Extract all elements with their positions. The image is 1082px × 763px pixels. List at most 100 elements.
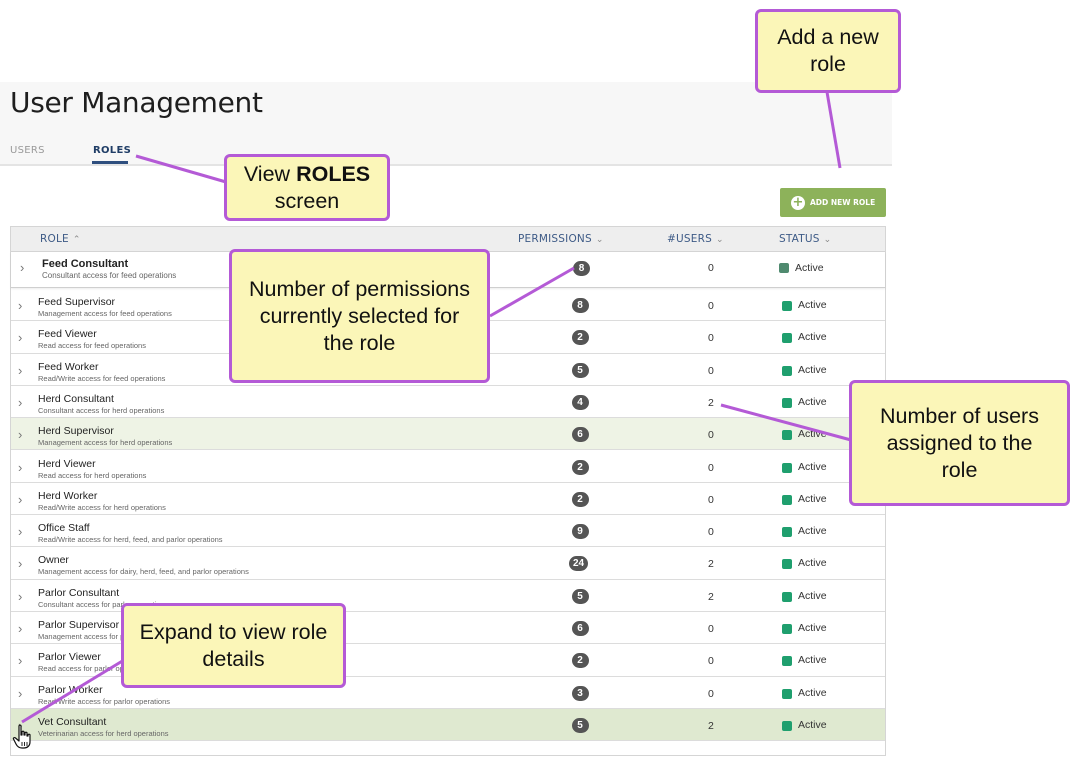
table-row[interactable]: › Office Staff Read/Write access for herd,… bbox=[11, 515, 885, 548]
status-text: Active bbox=[798, 525, 827, 538]
user-count: 0 bbox=[708, 332, 714, 345]
callout-expand: Expand to view role details bbox=[121, 603, 346, 688]
caret-down-icon: ⌄ bbox=[823, 235, 832, 245]
role-name: Parlor Consultant bbox=[38, 586, 120, 599]
role-description: Read/Write access for herd, feed, and pa… bbox=[38, 535, 223, 545]
column-header-permissions-label: PERMISSIONS bbox=[518, 233, 592, 245]
table-row[interactable]: › Herd Supervisor Management access for he… bbox=[11, 418, 885, 451]
user-count: 0 bbox=[708, 429, 714, 442]
caret-down-icon: ⌄ bbox=[715, 235, 724, 245]
chevron-right-icon[interactable]: › bbox=[18, 395, 22, 410]
role-name: Vet Consultant bbox=[38, 715, 107, 728]
add-new-role-button[interactable]: + ADD NEW ROLE bbox=[780, 188, 886, 217]
user-count: 0 bbox=[708, 655, 714, 668]
status-indicator bbox=[782, 720, 792, 731]
table-row[interactable]: › Herd Viewer Read access for herd operati… bbox=[11, 451, 885, 483]
role-name: Herd Worker bbox=[38, 489, 98, 502]
status-indicator bbox=[779, 263, 789, 273]
chevron-right-icon[interactable]: › bbox=[20, 260, 24, 275]
callout-roles-screen: View ROLES screen bbox=[224, 154, 390, 221]
status-indicator bbox=[782, 397, 792, 408]
status-text: Active bbox=[798, 363, 827, 376]
table-row[interactable]: › Herd Worker Read/Write access for herd o… bbox=[11, 483, 885, 516]
hand-pointer-icon bbox=[12, 724, 31, 749]
status-text: Active bbox=[798, 557, 827, 570]
status-indicator bbox=[782, 494, 792, 505]
status-text: Active bbox=[798, 589, 827, 602]
add-new-role-label: ADD NEW ROLE bbox=[810, 198, 876, 207]
chevron-right-icon[interactable]: › bbox=[18, 330, 22, 345]
tab-users[interactable]: USERS bbox=[10, 145, 45, 156]
permissions-badge: 2 bbox=[571, 653, 589, 669]
permissions-badge: 2 bbox=[571, 491, 589, 507]
role-name: Feed Viewer bbox=[38, 328, 97, 341]
status-indicator bbox=[782, 301, 792, 311]
role-description: Management access for herd operations bbox=[38, 438, 173, 448]
permissions-badge: 5 bbox=[571, 717, 589, 733]
role-description: Management access for dairy, herd, feed,… bbox=[38, 567, 249, 577]
role-name: Feed Worker bbox=[38, 360, 99, 373]
chevron-right-icon[interactable]: › bbox=[18, 621, 22, 636]
chevron-right-icon[interactable]: › bbox=[18, 363, 22, 378]
user-count: 2 bbox=[708, 558, 714, 571]
permissions-badge: 6 bbox=[571, 427, 589, 443]
chevron-right-icon[interactable]: › bbox=[18, 589, 22, 604]
column-header-users[interactable]: #USERS ⌄ bbox=[667, 233, 724, 245]
role-name: Office Staff bbox=[38, 522, 90, 535]
chevron-right-icon[interactable]: › bbox=[18, 427, 22, 442]
column-header-users-label: #USERS bbox=[667, 233, 712, 245]
status-indicator bbox=[782, 333, 792, 344]
tab-roles[interactable]: ROLES bbox=[93, 145, 131, 156]
role-description: Read/Write access for parlor operations bbox=[38, 696, 171, 706]
chevron-right-icon[interactable]: › bbox=[18, 686, 22, 701]
user-count: 0 bbox=[708, 364, 714, 377]
user-count: 0 bbox=[708, 526, 714, 539]
column-header-status[interactable]: STATUS ⌄ bbox=[779, 233, 831, 245]
status-text: Active bbox=[798, 718, 827, 731]
status-indicator bbox=[782, 430, 792, 441]
chevron-right-icon[interactable]: › bbox=[18, 653, 22, 668]
status-text: Active bbox=[798, 654, 827, 667]
column-header-role[interactable]: ROLE ⌃ bbox=[40, 233, 81, 245]
status-text: Active bbox=[798, 460, 827, 473]
chevron-right-icon[interactable]: › bbox=[18, 556, 22, 571]
permissions-badge: 24 bbox=[569, 556, 589, 572]
role-description: Read/Write access for herd operations bbox=[38, 502, 166, 512]
user-count: 0 bbox=[708, 687, 714, 700]
chevron-right-icon[interactable]: › bbox=[18, 460, 22, 475]
caret-down-icon: ⌄ bbox=[595, 235, 604, 245]
status-indicator bbox=[782, 688, 792, 699]
chevron-right-icon[interactable]: › bbox=[18, 524, 22, 539]
table-row[interactable]: › Owner Management access for dairy, herd,… bbox=[11, 547, 885, 580]
status-text: Active bbox=[798, 428, 827, 441]
status-indicator bbox=[782, 656, 792, 667]
table-row[interactable]: › Herd Consultant Consultant access for he… bbox=[11, 386, 885, 419]
status-text: Active bbox=[798, 299, 827, 311]
role-name: Feed Consultant bbox=[42, 258, 129, 270]
caret-up-icon: ⌃ bbox=[72, 235, 81, 245]
page-title: User Management bbox=[10, 86, 263, 119]
column-header-permissions[interactable]: PERMISSIONS ⌄ bbox=[518, 233, 604, 245]
status-indicator bbox=[782, 591, 792, 602]
role-description: Read/Write access for feed operations bbox=[38, 373, 166, 383]
role-name: Parlor Viewer bbox=[38, 651, 101, 664]
callout-roles-prefix: View bbox=[243, 161, 291, 186]
user-count: 0 bbox=[708, 623, 714, 635]
permissions-badge: 2 bbox=[571, 330, 589, 346]
permissions-badge: 3 bbox=[571, 685, 589, 701]
user-count: 0 bbox=[708, 461, 714, 474]
role-description: Veterinarian access for herd operations bbox=[38, 728, 169, 738]
role-description: Read access for herd operations bbox=[38, 470, 147, 480]
user-count: 0 bbox=[708, 262, 714, 274]
chevron-right-icon[interactable]: › bbox=[18, 298, 22, 313]
status-indicator bbox=[782, 462, 792, 473]
chevron-right-icon[interactable]: › bbox=[18, 492, 22, 507]
table-row[interactable]: ›Vet ConsultantVeterinarian access for h… bbox=[11, 708, 885, 742]
status-text: Active bbox=[798, 331, 827, 344]
role-name: Feed Supervisor bbox=[38, 296, 116, 308]
role-name: Herd Supervisor bbox=[38, 425, 114, 438]
role-name: Owner bbox=[38, 554, 69, 567]
permissions-badge: 4 bbox=[571, 394, 589, 410]
callout-roles-bold: ROLES bbox=[296, 161, 371, 186]
status-text: Active bbox=[798, 395, 827, 408]
